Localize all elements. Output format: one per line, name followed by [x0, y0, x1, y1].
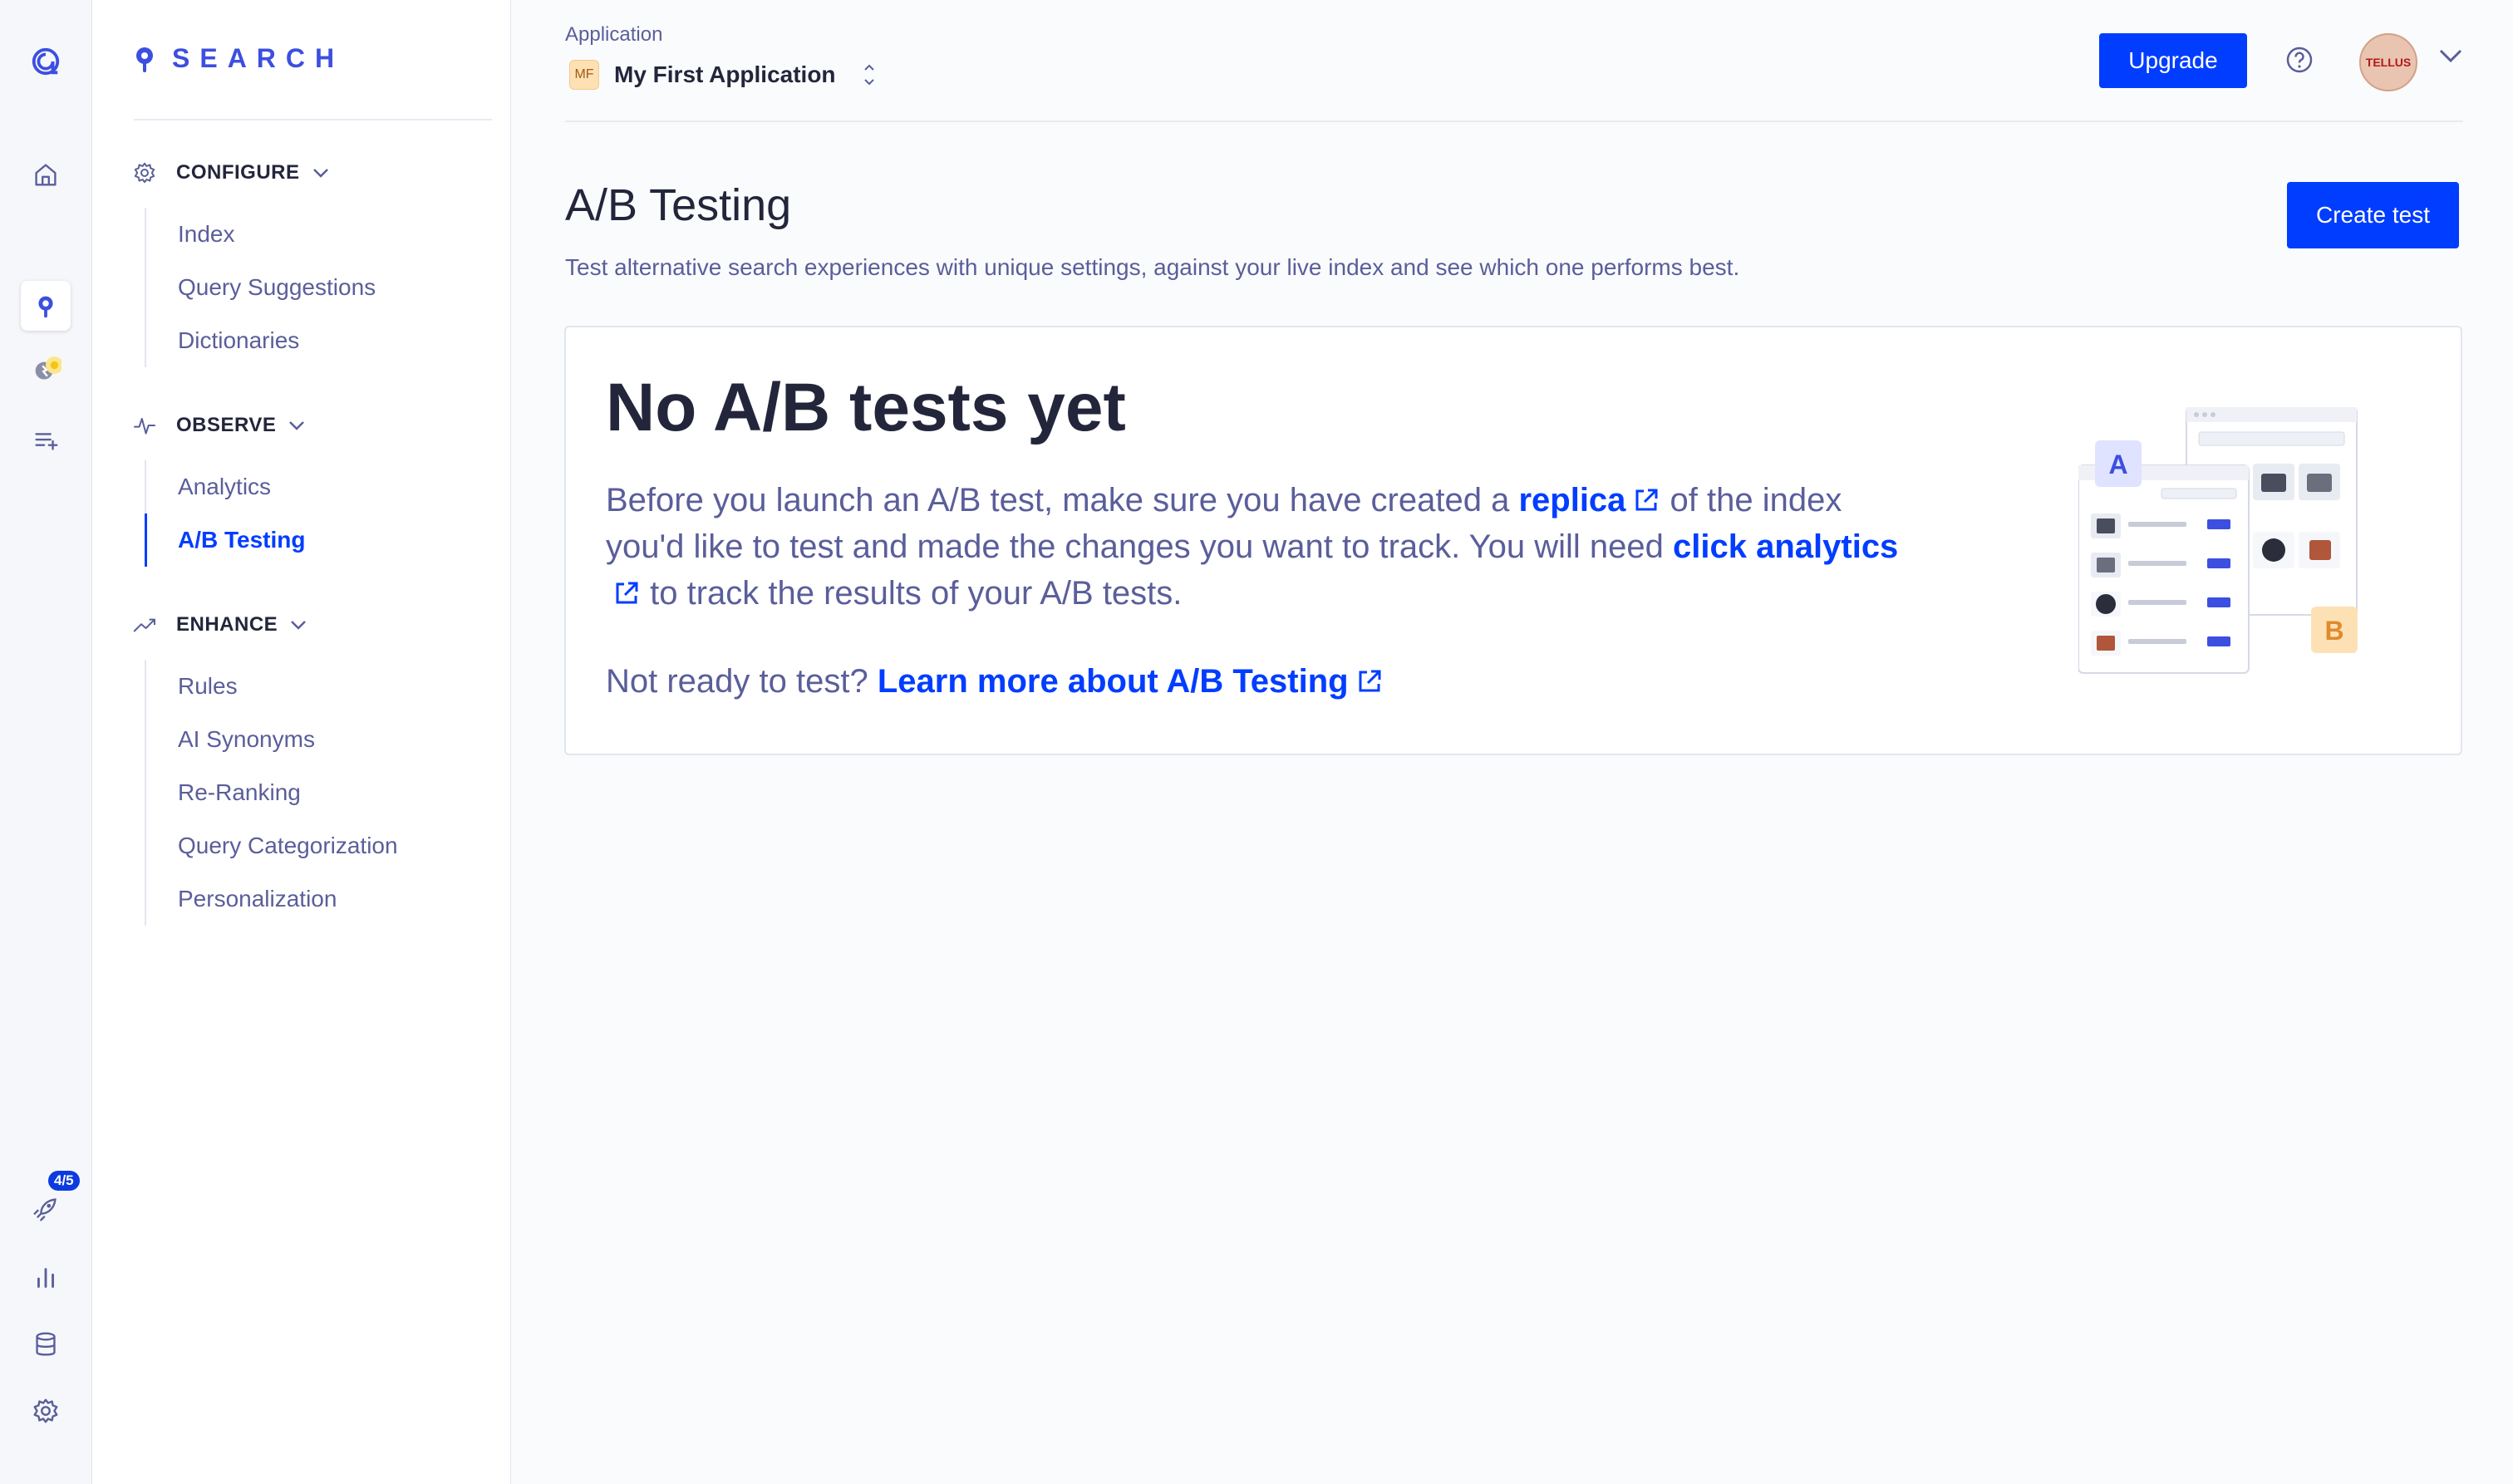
- create-test-button[interactable]: Create test: [2287, 182, 2459, 248]
- replica-link[interactable]: replica: [1518, 482, 1660, 518]
- upgrade-button[interactable]: Upgrade: [2099, 33, 2247, 88]
- top-bar: Application MF My First Application Upgr…: [565, 0, 2463, 122]
- section-enhance[interactable]: ENHANCE: [131, 612, 307, 638]
- page-description: Test alternative search experiences with…: [565, 254, 1740, 280]
- onboarding-progress-badge: 4/5: [48, 1171, 80, 1191]
- variant-b-label: B: [2324, 616, 2343, 646]
- icon-rail: 4/5: [0, 0, 92, 1484]
- database-icon[interactable]: [21, 1319, 71, 1369]
- external-link-icon: [1359, 670, 1381, 692]
- trending-up-icon: [133, 618, 155, 632]
- settings-gear-icon[interactable]: [21, 1386, 71, 1436]
- sidebar-item-re-ranking[interactable]: Re-Ranking: [146, 766, 398, 819]
- pulse-icon: [134, 418, 155, 435]
- bar-chart-icon[interactable]: [21, 1252, 71, 1302]
- empty-state-card: No A/B tests yet Before you launch an A/…: [564, 326, 2462, 755]
- sidebar-item-query-suggestions[interactable]: Query Suggestions: [146, 261, 376, 314]
- sidebar-item-analytics[interactable]: Analytics: [146, 460, 305, 514]
- sidebar-divider: [134, 119, 492, 120]
- app-name: My First Application: [614, 61, 836, 87]
- replica-link-label: replica: [1518, 482, 1626, 518]
- search-product-icon[interactable]: [21, 281, 71, 331]
- section-title: OBSERVE: [176, 414, 277, 436]
- quick-start-icon[interactable]: [21, 347, 71, 397]
- learn-more-link[interactable]: Learn more about A/B Testing: [878, 663, 1384, 700]
- chevron-down-icon: [289, 421, 305, 430]
- section-title: CONFIGURE: [176, 161, 300, 184]
- sidebar-item-ai-synonyms[interactable]: AI Synonyms: [146, 713, 398, 766]
- chevron-up-down-icon: [863, 64, 874, 86]
- not-ready-text: Not ready to test?: [606, 663, 868, 700]
- help-icon[interactable]: [2285, 46, 2314, 74]
- sidebar-item-ab-testing[interactable]: A/B Testing: [145, 514, 305, 567]
- search-product-logo: SEARCH: [134, 43, 344, 74]
- empty-state-title: No A/B tests yet: [606, 370, 1126, 445]
- enhance-items: Rules AI Synonyms Re-Ranking Query Categ…: [145, 660, 398, 926]
- ab-test-illustration: A B: [2078, 407, 2358, 674]
- playlist-add-icon[interactable]: [21, 415, 71, 465]
- empty-state-footer: Not ready to test? Learn more about A/B …: [606, 663, 1384, 700]
- observe-items: Analytics A/B Testing: [145, 460, 305, 567]
- configure-items: Index Query Suggestions Dictionaries: [145, 208, 376, 367]
- home-icon[interactable]: [21, 150, 71, 199]
- sidebar-item-dictionaries[interactable]: Dictionaries: [146, 314, 376, 367]
- sidebar-item-rules[interactable]: Rules: [146, 660, 398, 713]
- sidebar-item-index[interactable]: Index: [146, 208, 376, 261]
- gear-icon: [134, 162, 155, 184]
- body-text: to track the results of your A/B tests.: [650, 575, 1183, 612]
- rocket-icon[interactable]: [21, 1184, 71, 1234]
- application-label: Application: [565, 23, 663, 46]
- product-name: SEARCH: [172, 43, 345, 73]
- learn-more-link-label: Learn more about A/B Testing: [877, 663, 1349, 700]
- body-text: Before you launch an A/B test, make sure…: [606, 482, 1510, 518]
- sidebar-item-query-categorization[interactable]: Query Categorization: [146, 819, 398, 872]
- page-title: A/B Testing: [565, 180, 792, 230]
- chevron-down-icon: [312, 169, 328, 178]
- external-link-icon: [1635, 489, 1658, 511]
- variant-a-label: A: [2108, 450, 2127, 479]
- section-observe[interactable]: OBSERVE: [131, 412, 306, 439]
- application-selector[interactable]: MF My First Application: [569, 60, 878, 90]
- avatar[interactable]: TELLUS: [2359, 33, 2417, 91]
- section-title: ENHANCE: [176, 613, 278, 636]
- algolia-logo-icon[interactable]: [21, 37, 71, 86]
- app-initials-badge: MF: [569, 60, 599, 90]
- chevron-down-icon[interactable]: [2438, 48, 2463, 63]
- chevron-down-icon: [291, 621, 307, 630]
- sidebar-item-personalization[interactable]: Personalization: [146, 872, 398, 926]
- empty-state-body: Before you launch an A/B test, make sure…: [606, 477, 1902, 617]
- external-link-icon: [616, 582, 638, 604]
- section-configure[interactable]: CONFIGURE: [131, 160, 330, 186]
- click-analytics-link-label: click analytics: [1673, 528, 1899, 565]
- product-sidebar: SEARCH CONFIGURE Index Query Suggestions…: [92, 0, 511, 1484]
- search-pin-icon: [136, 47, 153, 72]
